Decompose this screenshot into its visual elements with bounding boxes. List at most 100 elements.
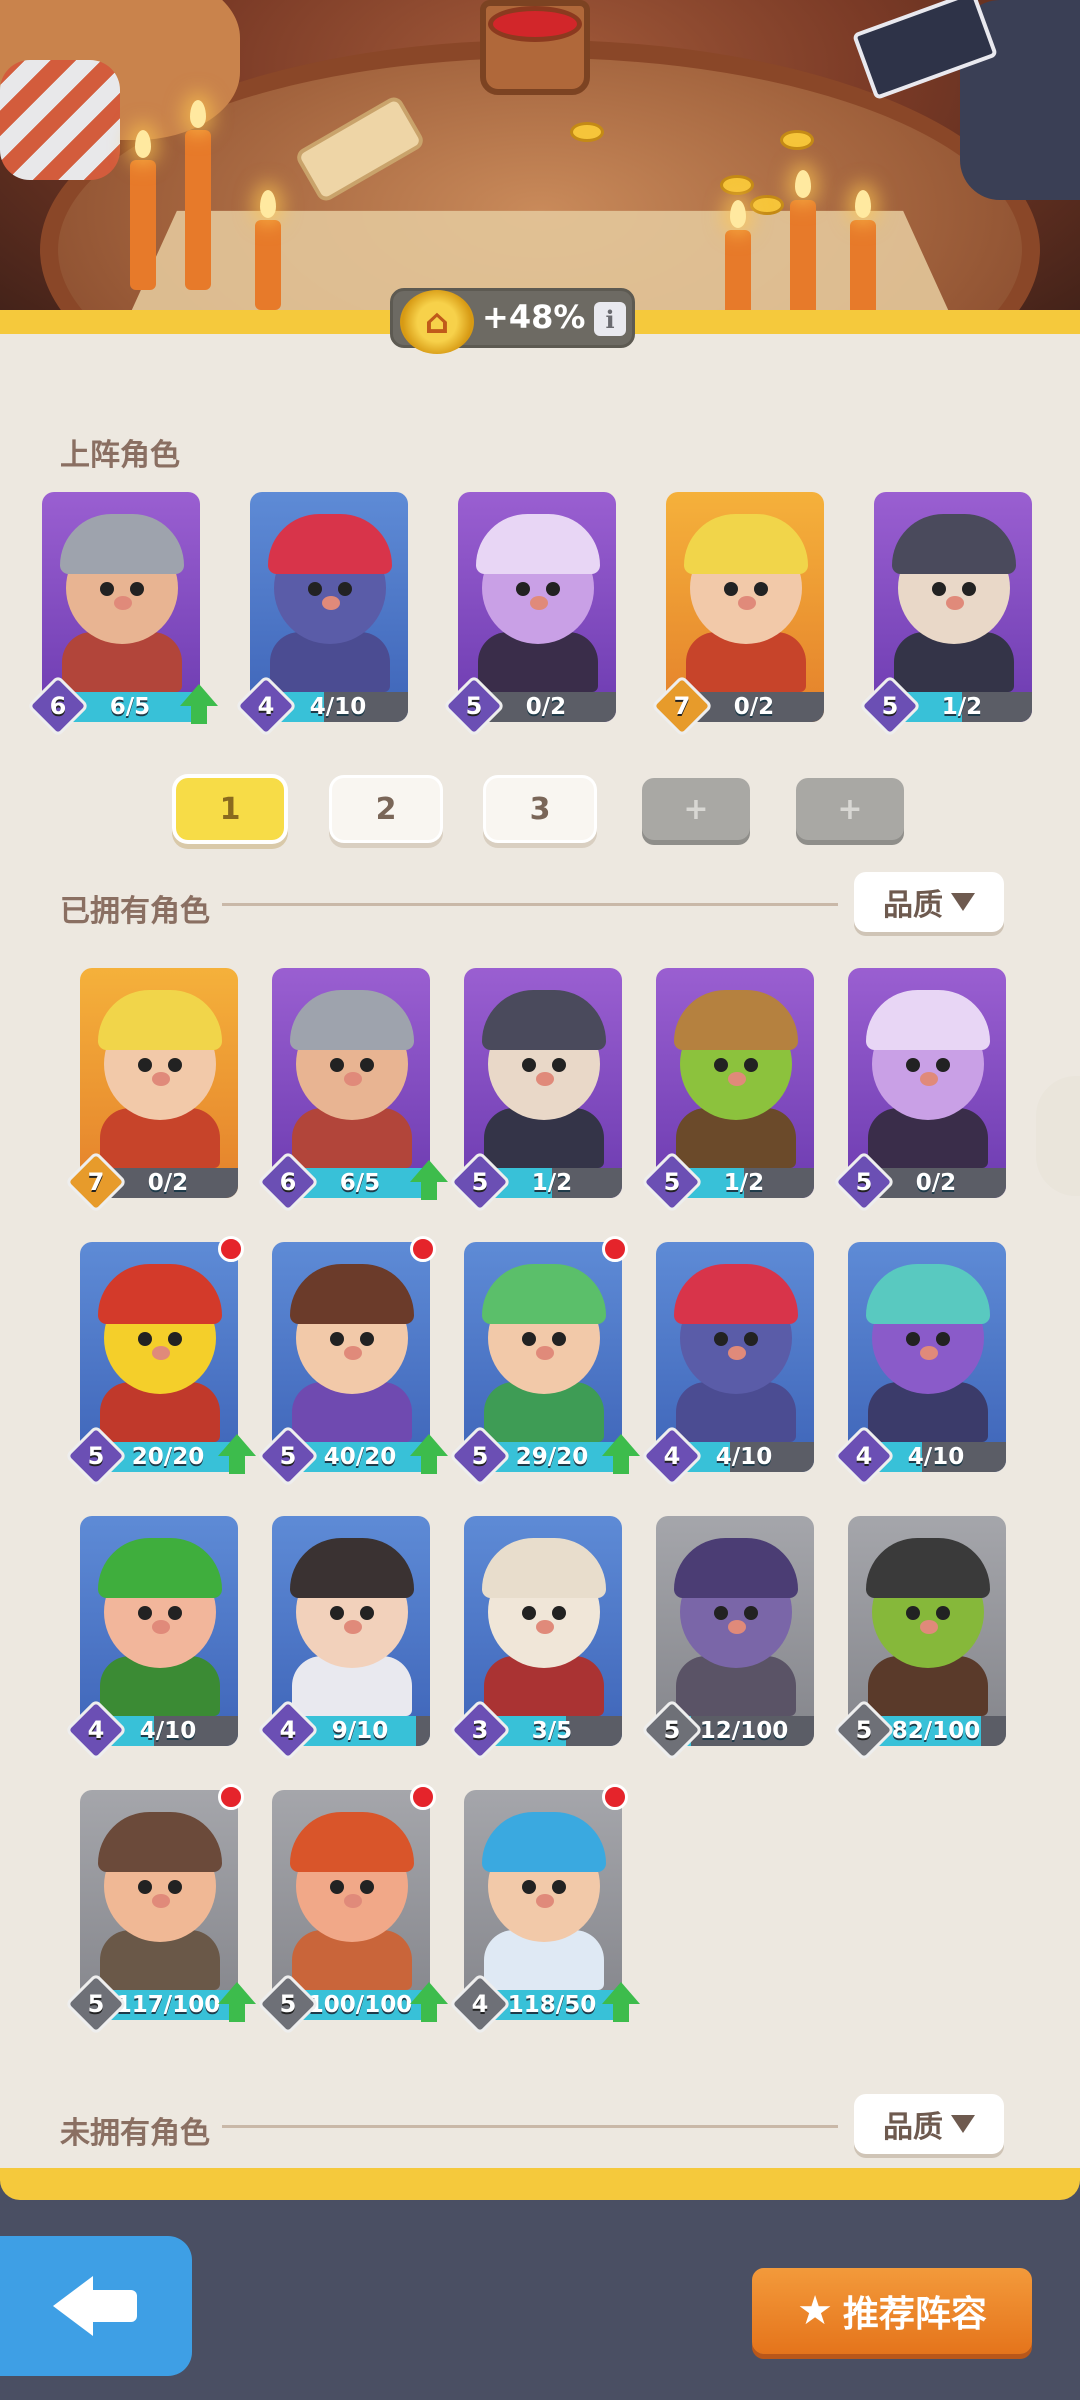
hero-card-imp[interactable]: 4/10 4: [832, 1242, 1006, 1488]
recommend-label: 推荐阵容: [842, 2294, 987, 2335]
chevron-down-icon: [951, 2115, 975, 2133]
hero-card-brawler[interactable]: 100/100 5: [256, 1784, 448, 2036]
hero-card-cheerleader[interactable]: 9/10 4: [256, 1516, 430, 1762]
hero-headgear: [60, 514, 184, 574]
hero-level: 4: [257, 692, 275, 720]
upgrade-arrow-icon: [218, 1982, 256, 2024]
hero-card-druid[interactable]: 4/10 4: [64, 1516, 238, 1762]
add-team-slot-button[interactable]: +: [642, 778, 750, 840]
hero-level: 5: [663, 1168, 681, 1196]
hero-card-goblin-engineer[interactable]: 1/2 5: [640, 968, 814, 1214]
flame-icon: [260, 190, 276, 218]
back-arrow-icon: [53, 2276, 139, 2336]
hero-level: 4: [471, 1990, 489, 2018]
lineup-title: 上阵角色: [60, 438, 180, 473]
hero-headgear: [482, 1538, 606, 1598]
hero-headgear: [290, 1264, 414, 1324]
hero-headgear: [98, 1812, 222, 1872]
hero-level: 5: [855, 1168, 873, 1196]
hero-level: 4: [279, 1716, 297, 1744]
coin-icon: [780, 130, 814, 150]
hero-card-knight[interactable]: 6/5 6: [256, 968, 448, 1214]
hero-level: 5: [881, 692, 899, 720]
team-slot-3[interactable]: 3: [486, 778, 594, 840]
hero-headgear: [482, 990, 606, 1050]
drill-character: [0, 60, 120, 180]
hero-level: 5: [279, 1442, 297, 1470]
hero-level: 6: [279, 1168, 297, 1196]
divider: [222, 2125, 838, 2128]
notification-dot: [410, 1236, 436, 1262]
hero-headgear: [674, 1264, 798, 1324]
hero-headgear: [98, 990, 222, 1050]
hero-headgear: [290, 990, 414, 1050]
upgrade-arrow-icon: [602, 1434, 640, 1476]
hero-level: 5: [663, 1716, 681, 1744]
back-button[interactable]: [0, 2236, 192, 2376]
notification-dot: [218, 1236, 244, 1262]
side-expand-handle[interactable]: [1036, 1076, 1080, 1196]
hero-card-knight[interactable]: 6/5 6: [26, 492, 218, 738]
upgrade-arrow-icon: [410, 1160, 448, 1202]
hero-card-dark-knight[interactable]: 1/2 5: [448, 968, 622, 1214]
hero-card-demon-girl[interactable]: 0/2 5: [442, 492, 616, 738]
upgrade-arrow-icon: [180, 684, 218, 726]
hero-card-eye-mage[interactable]: 4/10 4: [234, 492, 408, 738]
hero-card-ice-mage[interactable]: 118/50 4: [448, 1784, 640, 2036]
hero-level: 7: [87, 1168, 105, 1196]
divider: [222, 903, 838, 906]
hero-card-demon-girl[interactable]: 0/2 5: [832, 968, 1006, 1214]
upgrade-arrow-icon: [410, 1434, 448, 1476]
hero-headgear: [482, 1264, 606, 1324]
hero-level: 7: [673, 692, 691, 720]
notification-dot: [602, 1784, 628, 1810]
unowned-title: 未拥有角色: [60, 2116, 210, 2151]
hero-card-dark-knight[interactable]: 1/2 5: [858, 492, 1032, 738]
hero-card-bandit[interactable]: 20/20 5: [64, 1236, 256, 1488]
hero-card-eye-mage[interactable]: 4/10 4: [640, 1242, 814, 1488]
hero-card-gunner[interactable]: 0/2 7: [64, 968, 238, 1214]
star-icon: ★: [797, 2288, 833, 2334]
hero-headgear: [476, 514, 600, 574]
hero-level: 4: [663, 1442, 681, 1470]
hero-level: 5: [279, 1990, 297, 2018]
hero-level: 5: [471, 1168, 489, 1196]
level-up-icon: ⌂: [400, 290, 474, 354]
mug-liquid: [488, 6, 582, 42]
coin-icon: [750, 195, 784, 215]
team-slot-2[interactable]: 2: [332, 778, 440, 840]
candle-icon: [185, 130, 211, 290]
owned-quality-sort-button[interactable]: 品质: [854, 872, 1004, 932]
hero-headgear: [684, 514, 808, 574]
info-button[interactable]: i: [594, 302, 626, 336]
unowned-quality-sort-button[interactable]: 品质: [854, 2094, 1004, 2154]
team-slot-1[interactable]: 1: [176, 778, 284, 840]
recommend-lineup-button[interactable]: ★ 推荐阵容: [752, 2268, 1032, 2354]
hero-headgear: [866, 1538, 990, 1598]
candle-icon: [130, 160, 156, 290]
hero-level: 4: [855, 1442, 873, 1470]
candle-icon: [255, 220, 281, 310]
hero-headgear: [482, 1812, 606, 1872]
hero-card-shield-boy[interactable]: 40/20 5: [256, 1236, 448, 1488]
hero-headgear: [674, 1538, 798, 1598]
hero-level: 3: [471, 1716, 489, 1744]
hero-card-dark-elf[interactable]: 12/100 5: [640, 1516, 814, 1762]
hero-card-skeleton[interactable]: 3/5 3: [448, 1516, 622, 1762]
hero-card-elf-healer[interactable]: 29/20 5: [448, 1236, 640, 1488]
hero-card-monk[interactable]: 117/100 5: [64, 1784, 256, 2036]
candle-icon: [790, 200, 816, 320]
hero-card-goblin[interactable]: 82/100 5: [832, 1516, 1006, 1762]
notification-dot: [410, 1784, 436, 1810]
flame-icon: [855, 190, 871, 218]
hero-card-gunner[interactable]: 0/2 7: [650, 492, 824, 738]
hero-level: 5: [87, 1442, 105, 1470]
upgrade-arrow-icon: [410, 1982, 448, 2024]
hero-level: 5: [465, 692, 483, 720]
hero-level: 4: [87, 1716, 105, 1744]
flame-icon: [730, 200, 746, 228]
add-team-slot-button[interactable]: +: [796, 778, 904, 840]
hero-headgear: [98, 1264, 222, 1324]
chevron-down-icon: [951, 893, 975, 911]
quality-label: 品质: [883, 2110, 943, 2145]
